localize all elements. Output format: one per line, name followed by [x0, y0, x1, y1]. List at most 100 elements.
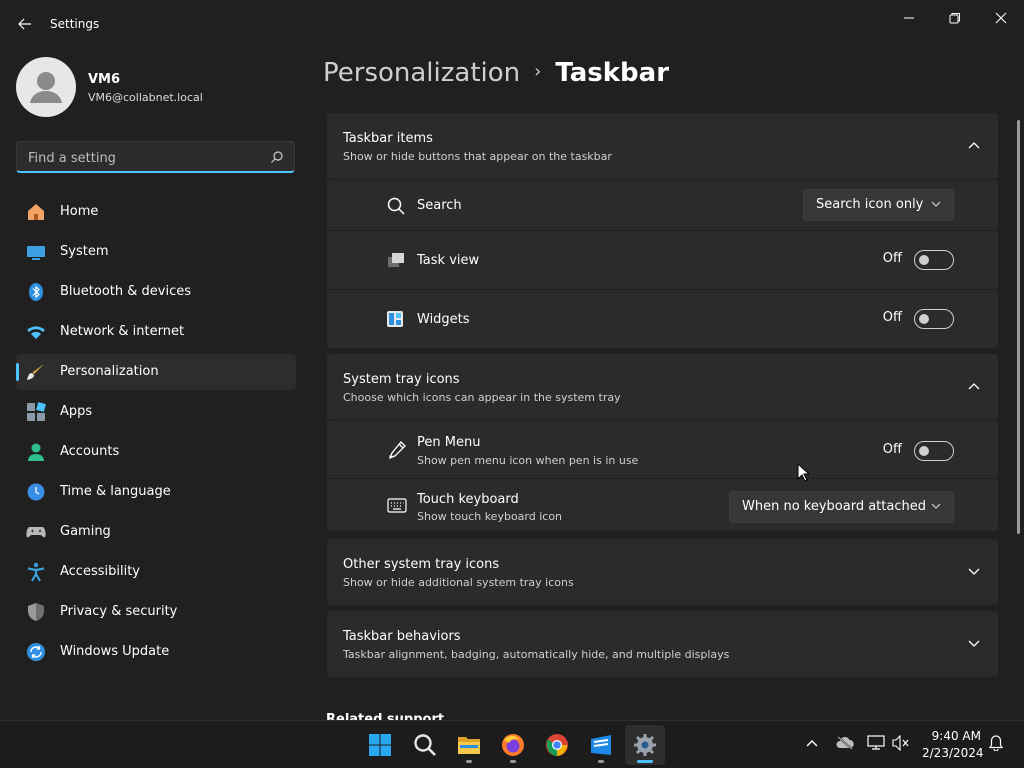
other-tray-icons-header[interactable]: Other system tray icons Show or hide add… [327, 539, 998, 605]
section-subtitle: Show or hide additional system tray icon… [343, 576, 574, 589]
file-explorer-icon [458, 737, 480, 754]
sidebar-item-personalization[interactable]: Personalization [16, 354, 296, 390]
taskbar-items-header[interactable]: Taskbar items Show or hide buttons that … [327, 113, 998, 179]
restore-icon [949, 13, 960, 24]
touch-keyboard-label: Touch keyboard [417, 492, 519, 507]
sidebar-item-accounts[interactable]: Accounts [16, 434, 296, 470]
sidebar-item-label: Bluetooth & devices [60, 284, 191, 299]
back-arrow-icon [18, 18, 31, 30]
touch-keyboard-dropdown[interactable]: When no keyboard attached [729, 491, 954, 523]
search-icon [387, 197, 405, 215]
toggle-knob [919, 255, 929, 265]
avatar[interactable] [16, 57, 76, 117]
widgets-toggle[interactable] [914, 309, 954, 329]
widgets-row: Widgets Off [327, 290, 998, 348]
task-view-label: Task view [417, 253, 480, 268]
restore-button[interactable] [932, 6, 978, 30]
system-tray-header[interactable]: System tray icons Choose which icons can… [327, 354, 998, 420]
search-icon[interactable] [270, 150, 284, 164]
window-title: Settings [50, 17, 100, 31]
chevron-down-icon[interactable] [968, 640, 980, 648]
sidebar-item-label: Time & language [60, 484, 171, 499]
notification-bell-icon[interactable] [989, 735, 1003, 751]
search-input[interactable] [26, 148, 265, 168]
sidebar-item-windows-update[interactable]: Windows Update [16, 634, 296, 670]
store-icon [591, 735, 611, 755]
search-box[interactable] [16, 141, 295, 173]
taskbar-store[interactable] [581, 725, 621, 765]
taskbar-behaviors-header[interactable]: Taskbar behaviors Taskbar alignment, bad… [327, 611, 998, 677]
sidebar-item-bluetooth[interactable]: Bluetooth & devices [16, 274, 296, 310]
sidebar-item-label: Accounts [60, 444, 120, 459]
search-icon [414, 734, 436, 756]
pen-menu-toggle[interactable] [914, 441, 954, 461]
sidebar-item-accessibility[interactable]: Accessibility [16, 554, 296, 590]
toggle-knob [919, 446, 929, 456]
chevron-up-icon[interactable] [968, 141, 980, 149]
breadcrumb: Personalization › Taskbar [323, 58, 669, 98]
dropdown-value: When no keyboard attached [742, 499, 926, 514]
clock-time[interactable]: 9:40 AM [925, 729, 981, 743]
sidebar-item-apps[interactable]: Apps [16, 394, 296, 430]
sidebar-item-gaming[interactable]: Gaming [16, 514, 296, 550]
title-bar: Settings [0, 0, 1024, 48]
pen-icon [388, 441, 406, 460]
firefox-icon [502, 734, 524, 756]
mouse-cursor-icon [797, 463, 809, 482]
volume-muted-icon[interactable] [892, 735, 910, 751]
sidebar-item-label: Windows Update [60, 644, 170, 659]
chevron-down-icon [931, 503, 941, 509]
sidebar-item-system[interactable]: System [16, 234, 296, 270]
apps-icon [27, 402, 46, 421]
breadcrumb-parent[interactable]: Personalization [323, 58, 520, 88]
taskbar-search-button[interactable] [405, 725, 445, 765]
taskbar-settings[interactable] [625, 725, 665, 765]
running-indicator [510, 760, 516, 763]
taskbar-chrome[interactable] [537, 725, 577, 765]
onedrive-offline-icon[interactable] [836, 735, 854, 751]
minimize-icon [904, 17, 914, 19]
pen-menu-row: Pen Menu Show pen menu icon when pen is … [327, 421, 998, 478]
section-title: System tray icons [343, 372, 460, 387]
chevron-up-icon[interactable] [806, 739, 818, 747]
sidebar-item-home[interactable]: Home [16, 194, 296, 230]
sidebar-nav: Home System Bluetooth & devices Network … [16, 194, 296, 674]
accounts-icon [28, 443, 44, 461]
running-indicator [466, 760, 472, 763]
search-label: Search [417, 198, 462, 213]
toggle-state: Off [882, 442, 902, 457]
search-row: Search Search icon only [327, 180, 998, 230]
task-view-toggle[interactable] [914, 250, 954, 270]
network-icon[interactable] [867, 735, 885, 751]
dropdown-value: Search icon only [816, 197, 924, 212]
sidebar-item-time-language[interactable]: Time & language [16, 474, 296, 510]
clock-date[interactable]: 2/23/2024 [922, 746, 984, 760]
gamepad-icon [26, 527, 46, 538]
toggle-knob [919, 314, 929, 324]
back-button[interactable] [14, 12, 36, 36]
touch-keyboard-subtitle: Show touch keyboard icon [417, 510, 563, 523]
page-title: Taskbar [555, 58, 670, 88]
start-button[interactable] [360, 725, 400, 765]
widgets-label: Widgets [417, 312, 470, 327]
chrome-icon [546, 734, 568, 756]
chevron-down-icon[interactable] [968, 568, 980, 576]
brush-icon [27, 364, 44, 380]
chevron-up-icon[interactable] [968, 382, 980, 390]
profile-email: VM6@collabnet.local [88, 91, 203, 104]
section-subtitle: Show or hide buttons that appear on the … [343, 150, 612, 163]
close-button[interactable] [978, 6, 1024, 30]
chevron-down-icon [931, 201, 941, 207]
close-icon [995, 12, 1007, 24]
search-mode-dropdown[interactable]: Search icon only [803, 189, 954, 221]
shield-icon [28, 603, 44, 621]
pen-menu-subtitle: Show pen menu icon when pen is in use [417, 454, 639, 467]
minimize-button[interactable] [886, 6, 932, 30]
sidebar-item-network[interactable]: Network & internet [16, 314, 296, 350]
keyboard-icon [387, 498, 407, 513]
sidebar-item-privacy-security[interactable]: Privacy & security [16, 594, 296, 630]
taskbar-file-explorer[interactable] [449, 725, 489, 765]
scrollbar[interactable] [1017, 120, 1020, 534]
taskbar-firefox[interactable] [493, 725, 533, 765]
settings-icon [634, 734, 656, 756]
